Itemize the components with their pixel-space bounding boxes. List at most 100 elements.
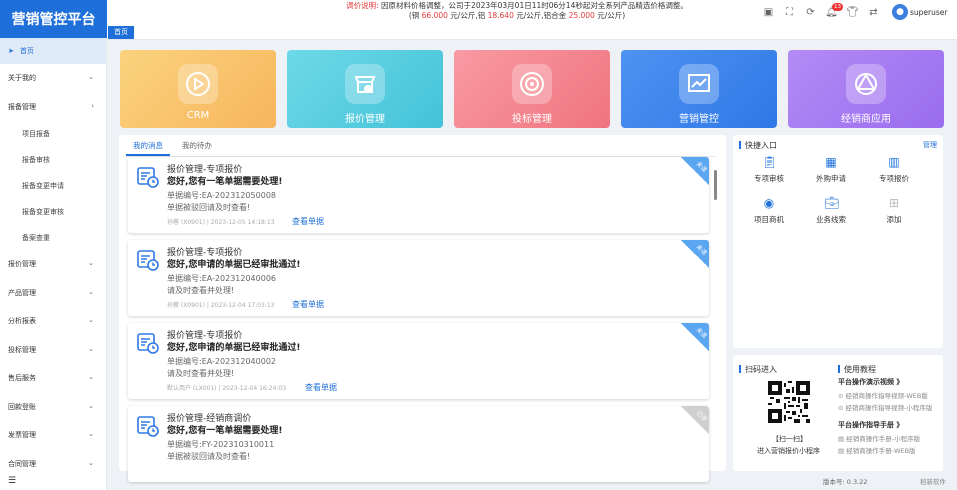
scrollbar[interactable] [714,170,717,200]
message-desc: 单据被驳回请及时查看! [167,452,251,461]
quick-item-purchase-request[interactable]: ▦ 外购申请 [806,155,856,184]
sidebar: ➤ 首页 关于我的 ⌄ 报备管理 › 项目报备 报备审核 报备变更申请 报备变更… [0,38,107,490]
message-headline: 您好,您有一笔单据需要处理! [167,177,283,187]
manage-link[interactable]: 管理 [923,140,937,150]
sidebar-item-about-me[interactable]: 关于我的 ⌄ [0,65,106,91]
video-link[interactable]: ⊙ 经销商操作指导视频-小程序版 [838,402,932,412]
message-doc-number: 单据编号:EA-202312040002 [167,357,277,366]
sidebar-item-quote-management[interactable]: 报价管理 ⌄ [0,251,106,277]
manual-heading-link[interactable]: 平台操作指导手册 》 [838,420,903,430]
sidebar-item-label: 关于我的 [8,74,36,82]
target-icon: ◉ [763,196,775,210]
sidebar-item-label: 项目报备 [22,130,50,138]
quick-item-project-opportunity[interactable]: ◉ 项目商机 [744,196,794,225]
message-desc: 单据被驳回请及时查看! [167,203,251,212]
alloy-price: 25.000 [568,11,595,20]
manual-link-label: 经销商操作手册-小程序版 [846,435,921,443]
chevron-down-icon: ⌄ [88,288,94,296]
document-clock-icon [137,167,159,188]
chevron-down-icon: ⌄ [88,373,94,381]
card-marketing-control[interactable]: 营销管控 [621,50,777,128]
sidebar-item-label: 首页 [19,47,34,55]
scan-caption-sub: 进入营销报价小程序 [757,447,820,455]
message-card[interactable]: 报价管理-经销商调价 您好,您有一笔单据需要处理! 单据编号:FY-202310… [128,406,709,482]
sidebar-item-report-review[interactable]: 报备审核 [0,147,106,173]
message-headline: 您好,您申请的单据已经审批通过! [167,343,301,353]
shirt-icon[interactable]: 👕︎ [846,6,859,19]
document-clock-icon [137,333,159,354]
notice-label: 调价说明: [346,1,379,10]
sidebar-item-payment-registration[interactable]: 回款登账 ⌄ [0,394,106,420]
swap-icon[interactable]: ⇄ [867,6,880,19]
qr-code-image [768,381,810,423]
card-label: CRM [186,110,210,121]
view-document-link[interactable]: 查看单据 [305,382,337,393]
view-document-link[interactable]: 查看单据 [292,299,324,310]
chevron-down-icon: ⌄ [88,259,94,267]
plus-icon: ⊞ [888,196,900,210]
fullscreen-icon[interactable]: ⛶ [783,6,796,19]
video-link[interactable]: ⊙ 经销商操作指导视频-WEB版 [838,390,928,400]
manual-link[interactable]: ▤ 经销商操作手册-小程序版 [838,433,920,443]
sidebar-item-report-change-review[interactable]: 报备变更审核 [0,199,106,225]
sidebar-item-product-management[interactable]: 产品管理 ⌄ [0,280,106,306]
sidebar-item-home[interactable]: ➤ 首页 [0,38,106,64]
scan-caption: 【扫一扫】 [772,435,807,443]
document-clock-icon [137,416,159,437]
avatar[interactable]: ● [892,4,908,20]
sidebar-item-invoice-management[interactable]: 发票管理 ⌄ [0,422,106,448]
app-logo-title: 营销管控平台 [0,0,107,38]
quick-item-add[interactable]: ⊞ 添加 [869,196,919,225]
notification-badge: 13 [832,3,843,11]
notice-text: 元/公斤,铝 [450,11,486,20]
top-header: 调价说明: 因原材料价格调整，公司于2023年03月01日11时06分14秒起对… [107,0,957,26]
message-desc: 请及时查看并处理! [167,369,235,378]
message-doc-number: 单据编号:EA-202312050008 [167,191,277,200]
sidebar-item-contract-management[interactable]: 合同管理 ⌄ [0,451,106,477]
card-crm[interactable]: CRM [120,50,276,128]
message-meta: 孙蓉 (X0901) | 2023-12-05 14:18:13 [167,219,275,226]
quick-item-special-review[interactable]: 📋︎ 专项审核 [744,155,794,184]
sidebar-item-project-report[interactable]: 项目报备 [0,121,106,147]
sidebar-item-label: 投标管理 [8,346,36,354]
sidebar-item-after-sales[interactable]: 售后服务 ⌄ [0,365,106,391]
manual-link[interactable]: ▤ 经销商操作手册-WEB版 [838,445,916,455]
copper-price: 66.000 [421,11,448,20]
video-heading-link[interactable]: 平台操作演示视频 》 [838,377,903,387]
chevron-down-icon: ⌄ [88,402,94,410]
notice-text: 元/公斤,铝合金 [516,11,567,20]
card-dealer-apps[interactable]: 经销商应用 [788,50,944,128]
quick-item-label: 项目商机 [754,215,784,224]
send-icon: ➤ [8,47,14,55]
sidebar-item-duplicate-check[interactable]: 备案查重 [0,225,106,251]
message-card[interactable]: 报价管理-专项报价 您好,您有一笔单据需要处理! 单据编号:EA-2023120… [128,157,709,233]
tab-home[interactable]: 首页 [108,26,134,39]
refresh-icon[interactable]: ⟳ [804,6,817,19]
card-bid-management[interactable]: 投标管理 [454,50,610,128]
sidebar-item-label: 报价管理 [8,260,36,268]
tab-my-todos[interactable]: 我的待办 [182,140,212,152]
video-link-label: 经销商操作指导视频-WEB版 [845,392,928,400]
message-meta: 默认用户 (LX001) | 2023-12-04 16:24:03 [167,385,287,392]
quick-item-special-quote[interactable]: ▥ 专项报价 [869,155,919,184]
quick-item-business-leads[interactable]: 💼︎ 业务线索 [806,196,856,225]
view-document-link[interactable]: 查看单据 [292,216,324,227]
sidebar-item-report-change-request[interactable]: 报备变更申请 [0,173,106,199]
card-quote-management[interactable]: 报价管理 [287,50,443,128]
sidebar-item-bid-management[interactable]: 投标管理 ⌄ [0,337,106,363]
card-label: 报价管理 [345,114,385,125]
collapse-menu-icon[interactable]: ☰ [8,476,16,486]
chevron-down-icon: ⌄ [88,459,94,467]
target-icon [512,64,552,104]
message-meta: 孙蓉 (X0901) | 2023-12-04 17:03:13 [167,302,275,309]
tab-my-messages[interactable]: 我的消息 [133,140,163,152]
chart-line-icon [679,64,719,104]
save-icon[interactable]: ▣ [762,6,775,19]
shop-icon [345,64,385,104]
sidebar-item-report-management[interactable]: 报备管理 › [0,94,106,120]
sidebar-item-analysis-reports[interactable]: 分析报表 ⌄ [0,308,106,334]
message-card[interactable]: 报价管理-专项报价 您好,您申请的单据已经审批通过! 单据编号:EA-20231… [128,240,709,316]
username[interactable]: superuser [910,8,947,17]
video-link-label: 经销商操作指导视频-小程序版 [845,404,933,412]
message-card[interactable]: 报价管理-专项报价 您好,您申请的单据已经审批通过! 单据编号:EA-20231… [128,323,709,399]
